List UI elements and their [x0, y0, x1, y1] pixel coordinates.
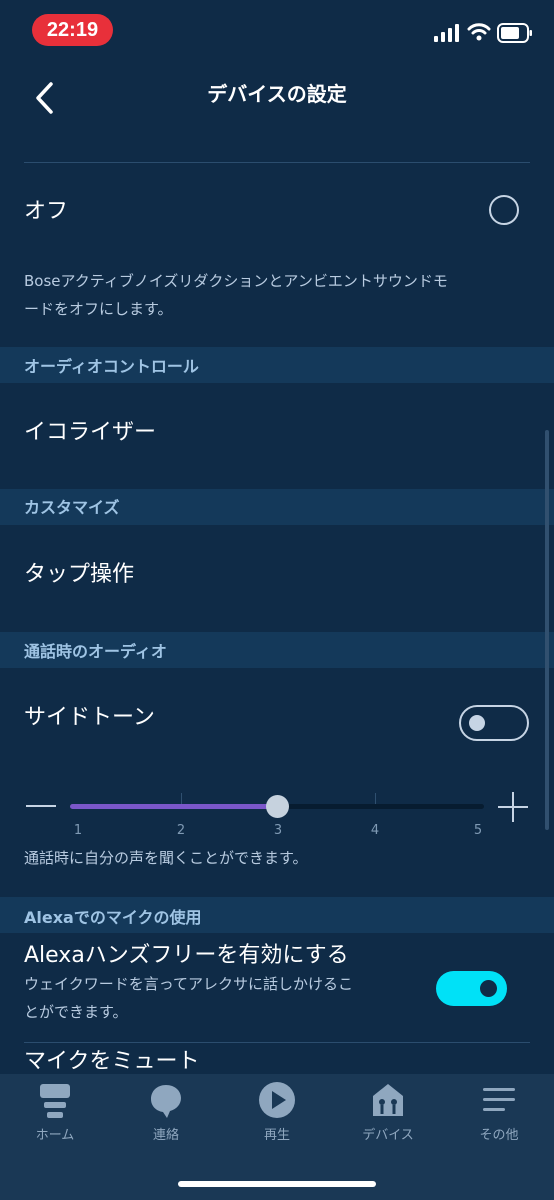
page-title: デバイスの設定 [207, 82, 347, 106]
play-icon [259, 1082, 295, 1118]
mute-mic-item[interactable]: マイクをミュート [24, 1043, 200, 1075]
equalizer-item[interactable]: イコライザー [24, 414, 156, 446]
slider-tick-label: 5 [473, 823, 483, 838]
tab-label-play: 再生 [263, 1128, 290, 1143]
off-radio-button[interactable] [489, 195, 519, 225]
home-indicator[interactable] [178, 1181, 376, 1187]
section-label-alexa-mic: Alexaでのマイクの使用 [24, 908, 202, 927]
alexa-handsfree-toggle[interactable] [436, 971, 507, 1006]
toggle-knob [469, 715, 485, 731]
status-time: 22:19 [32, 14, 113, 46]
devices-icon [373, 1084, 403, 1116]
section-label-call-audio: 通話時のオーディオ [24, 642, 167, 661]
tab-home[interactable]: ホーム [5, 1080, 105, 1143]
off-description-line2: ードをオフにします。 [24, 300, 173, 318]
tab-label-home: ホーム [35, 1128, 75, 1143]
sidetone-toggle[interactable] [459, 705, 529, 741]
slider-tick-label: 3 [273, 823, 283, 838]
sidetone-slider-thumb[interactable] [266, 795, 289, 818]
home-icon [40, 1084, 70, 1118]
alexa-handsfree-label: Alexaハンズフリーを有効にする [24, 943, 349, 968]
tab-label-devices: デバイス [362, 1128, 414, 1143]
slider-tick-label: 1 [73, 823, 83, 838]
slider-tick [181, 793, 182, 804]
tab-play[interactable]: 再生 [227, 1080, 327, 1143]
tab-contacts[interactable]: 連絡 [116, 1080, 216, 1143]
toggle-knob [480, 980, 497, 997]
battery-icon [497, 23, 532, 43]
tab-devices[interactable]: デバイス [338, 1080, 438, 1143]
scrollbar[interactable] [545, 430, 549, 830]
tap-control-item[interactable]: タップ操作 [24, 556, 134, 588]
divider [24, 162, 530, 163]
chat-bubble-icon [151, 1085, 181, 1118]
sidetone-description: 通話時に自分の声を聞くことができます。 [24, 849, 308, 867]
cellular-signal-icon [434, 24, 459, 42]
slider-tick-label: 2 [176, 823, 186, 838]
minus-icon[interactable] [26, 805, 56, 807]
tab-label-more: その他 [479, 1128, 519, 1143]
sidetone-label: サイドトーン [24, 705, 155, 730]
menu-icon [483, 1088, 515, 1111]
alexa-handsfree-description-line2: とができます。 [24, 1003, 128, 1021]
tab-more[interactable]: その他 [449, 1080, 549, 1143]
off-option-label[interactable]: オフ [24, 193, 68, 225]
off-description-line1: Boseアクティブノイズリダクションとアンビエントサウンドモ [24, 272, 448, 290]
wifi-icon [467, 23, 491, 41]
alexa-handsfree-description-line1: ウェイクワードを言ってアレクサに話しかけるこ [24, 975, 353, 993]
slider-tick-label: 4 [370, 823, 380, 838]
slider-tick [375, 793, 376, 804]
section-label-customize: カスタマイズ [24, 498, 120, 517]
tab-label-contacts: 連絡 [152, 1128, 179, 1143]
section-label-audio-control: オーディオコントロール [24, 357, 199, 376]
plus-icon-vertical [512, 792, 514, 822]
sidetone-slider-fill [70, 804, 278, 809]
